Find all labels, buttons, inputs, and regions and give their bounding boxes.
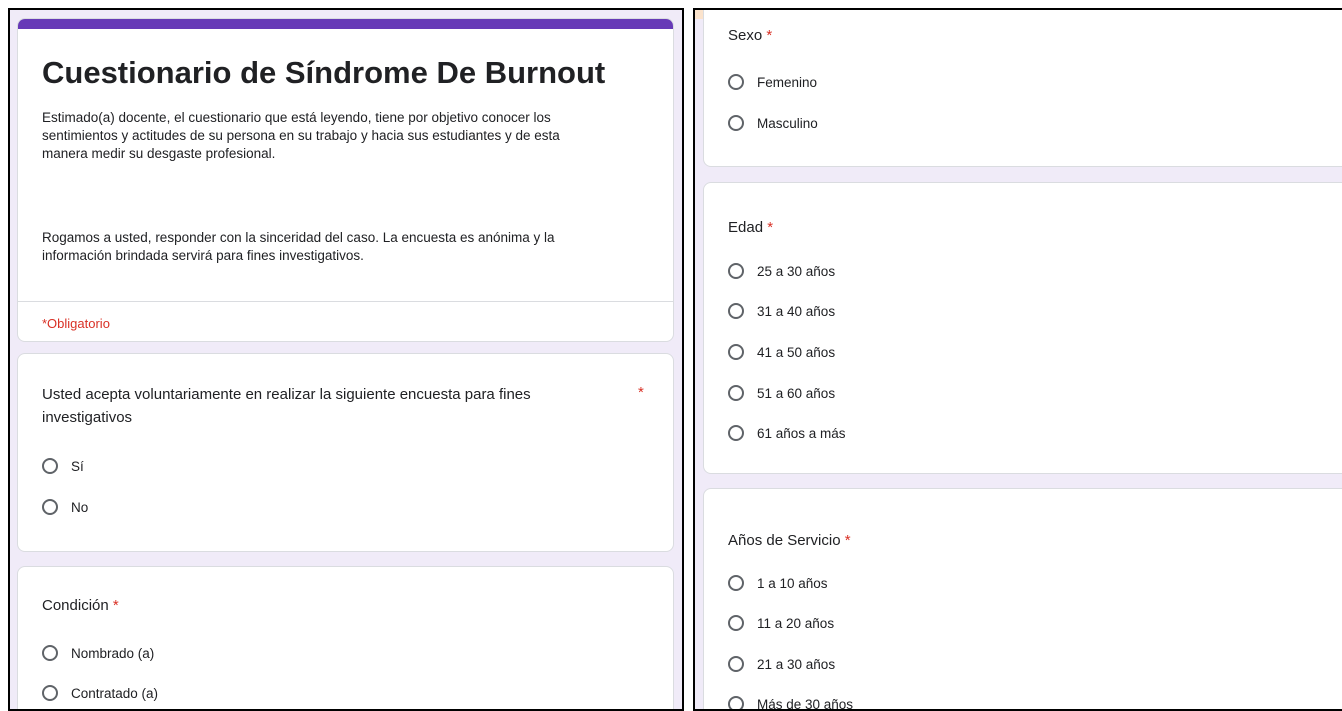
radio-button[interactable] [728,656,744,672]
radio-option-edad-4[interactable]: 51 a 60 años [728,383,835,403]
radio-button[interactable] [42,685,58,701]
question-title-condicion: Condición * [42,594,119,617]
radio-option-label: Contratado (a) [71,685,159,701]
form-title: Cuestionario de Síndrome De Burnout [42,55,606,90]
question-title-edad: Edad * [728,216,773,239]
radio-option-edad-1[interactable]: 25 a 30 años [728,261,835,281]
radio-option-label: Femenino [757,74,818,90]
radio-option-no[interactable]: No [42,497,88,517]
header-divider [18,301,673,302]
radio-button[interactable] [728,425,744,441]
radio-option-label: 11 a 20 años [757,615,835,631]
required-star: * [767,219,774,236]
radio-button[interactable] [728,303,744,319]
question-title-sexo: Sexo * [728,24,772,47]
form-accent-bar [18,19,673,29]
form-header-card: Cuestionario de Síndrome De Burnout Esti… [17,18,674,342]
radio-option-label: 21 a 30 años [757,656,836,672]
left-form-panel: Cuestionario de Síndrome De Burnout Esti… [8,8,684,711]
radio-button[interactable] [728,115,744,131]
radio-option-label: 31 a 40 años [757,303,836,319]
radio-button[interactable] [42,458,58,474]
radio-option-servicio-4[interactable]: Más de 30 años [728,694,854,711]
radio-option-edad-3[interactable]: 41 a 50 años [728,342,835,362]
question-card-condicion: Condición * Nombrado (a) Contratado (a) [17,566,674,709]
radio-option-edad-5[interactable]: 61 años a más [728,423,846,443]
radio-option-label: 41 a 50 años [757,344,836,360]
radio-option-servicio-2[interactable]: 11 a 20 años [728,613,834,633]
question-card-edad: Edad * 25 a 30 años 31 a 40 años 41 a 50… [703,182,1342,474]
radio-option-label: Masculino [757,115,818,131]
question-title-text: Años de Servicio [728,532,841,549]
form-description-intro: Estimado(a) docente, el cuestionario que… [42,110,560,161]
radio-option-servicio-3[interactable]: 21 a 30 años [728,654,835,674]
radio-option-label: Nombrado (a) [71,645,155,661]
question-title-consent: Usted acepta voluntariamente en realizar… [42,386,531,426]
radio-button[interactable] [728,696,744,709]
question-title-text: Edad [728,219,764,236]
question-title-text: Sexo [728,27,763,44]
radio-button[interactable] [728,615,744,631]
required-star: * [766,27,773,44]
question-card-sexo: Sexo * Femenino Masculino [703,10,1342,167]
radio-option-label: Más de 30 años [757,696,854,711]
required-star: * [844,532,851,549]
radio-button[interactable] [728,74,744,90]
radio-button[interactable] [728,344,744,360]
question-title-servicio: Años de Servicio * [728,529,851,552]
radio-button[interactable] [728,575,744,591]
radio-option-label: Sí [71,458,84,474]
radio-option-servicio-1[interactable]: 1 a 10 años [728,573,828,593]
form-description-request: Rogamos a usted, responder con la sincer… [42,230,555,263]
radio-option-nombrado[interactable]: Nombrado (a) [42,643,154,663]
radio-option-label: 1 a 10 años [757,575,828,591]
radio-option-label: 51 a 60 años [757,385,836,401]
required-star: * [638,384,644,401]
radio-option-contratado[interactable]: Contratado (a) [42,683,158,703]
radio-option-label: 25 a 30 años [757,263,836,279]
required-star: * [112,597,119,614]
radio-button[interactable] [42,499,58,515]
required-note: *Obligatorio [42,316,110,331]
radio-option-label: 61 años a más [757,425,846,441]
radio-button[interactable] [42,645,58,661]
question-title-text: Condición [42,597,109,614]
radio-option-masculino[interactable]: Masculino [728,113,818,133]
question-card-consent: Usted acepta voluntariamente en realizar… [17,353,674,552]
radio-option-femenino[interactable]: Femenino [728,72,817,92]
radio-option-label: No [71,499,89,515]
question-card-servicio: Años de Servicio * 1 a 10 años 11 a 20 a… [703,488,1342,711]
radio-option-edad-2[interactable]: 31 a 40 años [728,301,835,321]
radio-button[interactable] [728,385,744,401]
radio-option-si[interactable]: Sí [42,456,84,476]
right-form-panel: Sexo * Femenino Masculino Edad * 25 a 30… [693,8,1342,711]
radio-button[interactable] [728,263,744,279]
